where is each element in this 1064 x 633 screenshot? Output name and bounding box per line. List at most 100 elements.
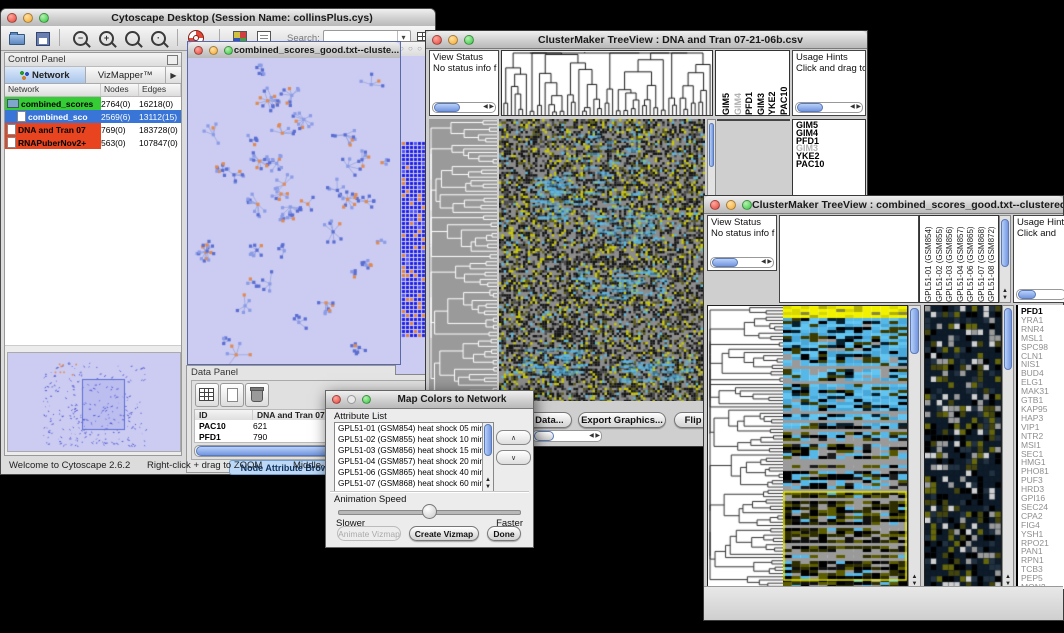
tab-overflow-button[interactable]: ▶ — [166, 67, 181, 83]
zoom-window-icon[interactable] — [362, 395, 371, 404]
usage-hints-scrollbar[interactable]: ◀ ▶ — [795, 102, 863, 113]
move-down-button[interactable]: ∨ — [496, 450, 531, 465]
column-label[interactable]: GIM3 — [755, 51, 767, 115]
view-status-scrollbar[interactable]: ◀ ▶ — [710, 257, 774, 268]
close-icon[interactable] — [710, 200, 720, 210]
network-name-cell[interactable]: RNAPuberNov2+ — [5, 136, 101, 149]
heatmap-vscrollbar[interactable]: ▲▼ — [908, 305, 921, 589]
treeview-button-bar: Settings...Save Data...Export Graphics..… — [704, 586, 1063, 620]
tab-network[interactable]: Network — [5, 67, 86, 83]
column-label[interactable]: PFD1 — [743, 51, 755, 115]
minimize-icon[interactable] — [23, 13, 33, 23]
document-icon — [7, 124, 16, 135]
treeview-title-bar[interactable]: ClusterMaker TreeView : DNA and Tran 07-… — [426, 31, 867, 49]
close-icon[interactable] — [194, 46, 203, 55]
heatmap-canvas[interactable] — [499, 119, 705, 401]
new-document-icon[interactable] — [220, 383, 244, 407]
bottom-hscrollbar[interactable]: ◀ ▶ — [532, 430, 602, 442]
column-label[interactable]: GIM4 — [732, 51, 744, 115]
column-label[interactable]: GPL51-01 (GSM854) — [924, 216, 935, 302]
row-dendrogram-canvas[interactable] — [708, 306, 783, 588]
zoom-window-icon[interactable] — [742, 200, 752, 210]
column-label[interactable]: GPL51-08 (GSM872) — [987, 216, 998, 302]
network-canvas[interactable] — [188, 58, 400, 364]
minimize-icon[interactable] — [209, 46, 218, 55]
table-icon[interactable] — [195, 383, 219, 407]
network-name-cell[interactable]: combined_scores — [5, 97, 101, 110]
open-folder-icon[interactable] — [7, 29, 27, 47]
delete-icon[interactable] — [245, 383, 269, 407]
column-label[interactable]: GPL51-07 (GSM868) — [977, 216, 988, 302]
zoom-window-icon[interactable] — [39, 13, 49, 23]
scroll-arrows-icon[interactable]: ◀ ▶ — [761, 258, 772, 267]
minimize-icon[interactable] — [347, 395, 356, 404]
column-label[interactable]: GPL51-02 (GSM855) — [935, 216, 946, 302]
scrollbar-thumb[interactable] — [484, 424, 492, 456]
column-dendrogram-canvas[interactable] — [501, 50, 713, 116]
scroll-arrows-icon[interactable]: ◀ ▶ — [483, 103, 494, 112]
minimize-icon[interactable] — [726, 200, 736, 210]
minimize-icon[interactable] — [448, 35, 458, 45]
attribute-list-scrollbar[interactable]: ▲▼ — [482, 423, 493, 491]
export-graphics-button[interactable]: Export Graphics... — [578, 412, 666, 428]
table-row[interactable]: combined_sco2569(6)13112(15) — [5, 110, 181, 123]
slider-thumb[interactable] — [422, 504, 437, 519]
column-label[interactable]: GPL51-03 (GSM856) — [945, 216, 956, 302]
close-icon[interactable] — [7, 13, 17, 23]
scroll-arrows-icon[interactable]: ▲▼ — [483, 477, 493, 491]
close-icon[interactable] — [432, 35, 442, 45]
column-label[interactable]: PAC10 — [778, 51, 790, 115]
network-window-title-bar[interactable]: combined_scores_good.txt--cluste... — [188, 42, 400, 59]
column-labels[interactable]: GIM5GIM4PFD1GIM3YKE2PAC10 — [715, 50, 790, 116]
close-icon[interactable] — [332, 395, 341, 404]
view-status-scrollbar[interactable]: ◀ ▶ — [432, 102, 496, 113]
scroll-arrows-icon[interactable]: ◀ ▶ — [850, 103, 861, 112]
column-label[interactable]: GPL51-06 (GSM865) — [966, 216, 977, 302]
zoom-out-icon[interactable]: − — [71, 29, 91, 47]
global-view-scrollbar[interactable]: ▲▼ — [1002, 305, 1014, 589]
move-up-button[interactable]: ∧ — [496, 430, 531, 445]
main-title-bar[interactable]: Cytoscape Desktop (Session Name: collins… — [1, 9, 435, 27]
list-item[interactable]: GPL51-04 (GSM857) heat shock 20 min — [335, 456, 493, 467]
column-label[interactable]: GIM5 — [720, 51, 732, 115]
scroll-arrows-icon[interactable]: ▲▼ — [1000, 288, 1010, 302]
column-label[interactable]: GPL51-04 (GSM857) — [956, 216, 967, 302]
create-vizmapbutton[interactable]: Create Vizmap — [409, 526, 479, 541]
gene-list[interactable]: PFD1YRA1RNR4MSL1SPC98CLN1NIS1BUD4ELG1MAK… — [1016, 305, 1064, 589]
gene-label[interactable]: PAC10 — [796, 161, 865, 169]
table-row[interactable]: DNA and Tran 07769(0)183728(0) — [5, 123, 181, 136]
column-labels[interactable]: GPL51-01 (GSM854)GPL51-02 (GSM855)GPL51-… — [919, 215, 999, 303]
usage-hints-scrollbar[interactable] — [1016, 289, 1064, 300]
network-name-cell[interactable]: combined_sco — [5, 110, 101, 123]
list-item[interactable]: GPL51-01 (GSM854) heat shock 05 min — [335, 423, 493, 434]
column-labels-scrollbar[interactable]: ▲▼ — [999, 215, 1011, 303]
list-item[interactable]: GPL51-06 (GSM865) heat shock 40 min — [335, 467, 493, 478]
list-item[interactable]: GPL51-02 (GSM855) heat shock 10 min — [335, 434, 493, 445]
save-icon[interactable] — [33, 29, 53, 47]
list-item[interactable]: GPL51-03 (GSM856) heat shock 15 min — [335, 445, 493, 456]
network-name-cell[interactable]: DNA and Tran 07 — [5, 123, 101, 136]
tab-vizmapper[interactable]: VizMapper™ — [86, 67, 167, 83]
table-row[interactable]: RNAPuberNov2+563(0)107847(0) — [5, 136, 181, 149]
column-label[interactable]: YKE2 — [766, 51, 778, 115]
donebutton[interactable]: Done — [487, 526, 521, 541]
zoom-selected-icon[interactable]: · — [149, 29, 169, 47]
scroll-arrows-icon[interactable]: ◀ ▶ — [589, 431, 600, 441]
treeview-window-combined: ClusterMaker TreeView : combined_scores_… — [703, 195, 1064, 621]
table-row[interactable]: combined_scores2764(0)16218(0) — [5, 97, 181, 110]
zoom-fit-icon[interactable] — [123, 29, 143, 47]
folder-icon — [7, 99, 19, 108]
dialog-title-bar[interactable]: Map Colors to Network — [326, 391, 533, 409]
zoom-in-icon[interactable]: + — [97, 29, 117, 47]
global-view-canvas[interactable] — [925, 306, 1001, 588]
column-dendrogram-area[interactable] — [779, 215, 919, 303]
list-item[interactable]: GPL51-07 (GSM868) heat shock 60 min — [335, 478, 493, 489]
row-dendrogram-canvas[interactable] — [429, 119, 497, 401]
network-overview-canvas[interactable] — [7, 352, 181, 452]
zoom-window-icon[interactable] — [464, 35, 474, 45]
zoom-window-icon[interactable] — [224, 46, 233, 55]
float-panel-icon[interactable] — [167, 55, 178, 65]
attribute-list[interactable]: GPL51-01 (GSM854) heat shock 05 minGPL51… — [334, 422, 494, 492]
heatmap-canvas[interactable] — [783, 306, 907, 588]
treeview-title-bar[interactable]: ClusterMaker TreeView : combined_scores_… — [704, 196, 1063, 214]
